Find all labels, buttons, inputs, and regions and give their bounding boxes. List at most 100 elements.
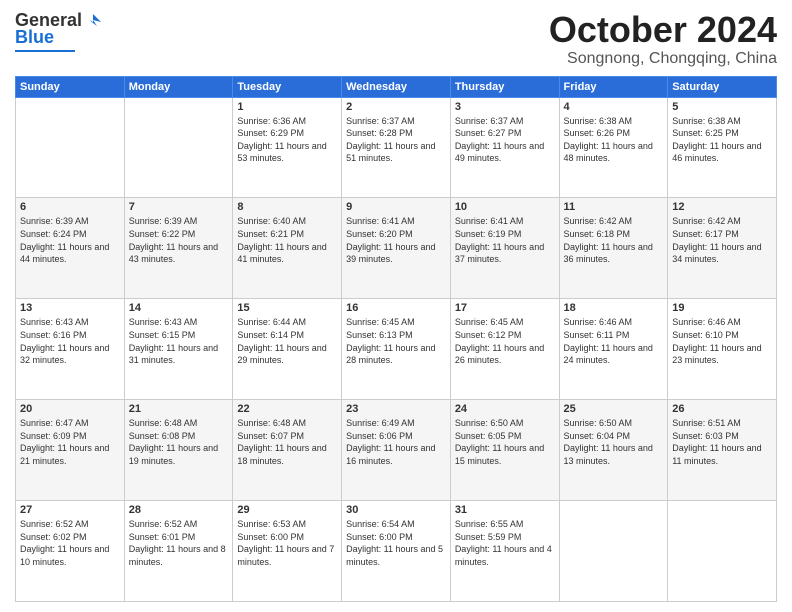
day-info: Sunrise: 6:50 AM Sunset: 6:04 PM Dayligh… xyxy=(564,417,664,467)
day-number: 7 xyxy=(129,201,229,213)
day-number: 27 xyxy=(20,504,120,516)
calendar-cell: 30Sunrise: 6:54 AM Sunset: 6:00 PM Dayli… xyxy=(342,501,451,602)
weekday-header-saturday: Saturday xyxy=(668,76,777,97)
day-number: 21 xyxy=(129,403,229,415)
day-number: 14 xyxy=(129,302,229,314)
day-number: 2 xyxy=(346,101,446,113)
day-number: 31 xyxy=(455,504,555,516)
day-info: Sunrise: 6:37 AM Sunset: 6:27 PM Dayligh… xyxy=(455,115,555,165)
day-number: 9 xyxy=(346,201,446,213)
calendar-cell: 8 Sunrise: 6:40 AM Sunset: 6:21 PM Daylig… xyxy=(233,198,342,299)
calendar-cell xyxy=(559,501,668,602)
calendar-cell: 28 Sunrise: 6:52 AM Sunset: 6:01 PM Dayli… xyxy=(124,501,233,602)
day-info: Sunrise: 6:48 AM Sunset: 6:07 PM Dayligh… xyxy=(237,417,337,467)
day-info: Sunrise: 6:43 AM Sunset: 6:16 PM Dayligh… xyxy=(20,316,120,366)
day-number: 29 xyxy=(237,504,337,516)
day-number: 10 xyxy=(455,201,555,213)
calendar-cell: 6 Sunrise: 6:39 AM Sunset: 6:24 PM Daylig… xyxy=(16,198,125,299)
day-info: Sunrise: 6:39 AM Sunset: 6:24 PM Dayligh… xyxy=(20,215,120,265)
calendar-cell: 2 Sunrise: 6:37 AM Sunset: 6:28 PM Daylig… xyxy=(342,97,451,198)
day-info: Sunrise: 6:41 AM Sunset: 6:20 PM Dayligh… xyxy=(346,215,446,265)
weekday-header-row: SundayMondayTuesdayWednesdayThursdayFrid… xyxy=(16,76,777,97)
day-number: 24 xyxy=(455,403,555,415)
calendar-cell: 17Sunrise: 6:45 AM Sunset: 6:12 PM Dayli… xyxy=(450,299,559,400)
week-row-1: 1Sunrise: 6:36 AM Sunset: 6:29 PM Daylig… xyxy=(16,97,777,198)
day-number: 12 xyxy=(672,201,772,213)
calendar-cell xyxy=(16,97,125,198)
weekday-header-friday: Friday xyxy=(559,76,668,97)
calendar-cell: 16 Sunrise: 6:45 AM Sunset: 6:13 PM Dayli… xyxy=(342,299,451,400)
calendar-cell: 24Sunrise: 6:50 AM Sunset: 6:05 PM Dayli… xyxy=(450,400,559,501)
day-number: 22 xyxy=(237,403,337,415)
calendar-cell: 7 Sunrise: 6:39 AM Sunset: 6:22 PM Daylig… xyxy=(124,198,233,299)
day-info: Sunrise: 6:42 AM Sunset: 6:17 PM Dayligh… xyxy=(672,215,772,265)
day-info: Sunrise: 6:38 AM Sunset: 6:25 PM Dayligh… xyxy=(672,115,772,165)
main-title: October 2024 xyxy=(549,10,777,50)
calendar-cell: 3Sunrise: 6:37 AM Sunset: 6:27 PM Daylig… xyxy=(450,97,559,198)
calendar-cell: 10 Sunrise: 6:41 AM Sunset: 6:19 PM Dayli… xyxy=(450,198,559,299)
calendar-cell: 27 Sunrise: 6:52 AM Sunset: 6:02 PM Dayli… xyxy=(16,501,125,602)
day-info: Sunrise: 6:48 AM Sunset: 6:08 PM Dayligh… xyxy=(129,417,229,467)
day-info: Sunrise: 6:39 AM Sunset: 6:22 PM Dayligh… xyxy=(129,215,229,265)
day-number: 26 xyxy=(672,403,772,415)
day-info: Sunrise: 6:43 AM Sunset: 6:15 PM Dayligh… xyxy=(129,316,229,366)
day-info: Sunrise: 6:52 AM Sunset: 6:02 PM Dayligh… xyxy=(20,518,120,568)
day-number: 18 xyxy=(564,302,664,314)
day-number: 8 xyxy=(237,201,337,213)
day-info: Sunrise: 6:40 AM Sunset: 6:21 PM Dayligh… xyxy=(237,215,337,265)
calendar-cell: 1Sunrise: 6:36 AM Sunset: 6:29 PM Daylig… xyxy=(233,97,342,198)
logo-underline xyxy=(15,50,75,52)
weekday-header-wednesday: Wednesday xyxy=(342,76,451,97)
day-info: Sunrise: 6:46 AM Sunset: 6:10 PM Dayligh… xyxy=(672,316,772,366)
calendar-cell: 14 Sunrise: 6:43 AM Sunset: 6:15 PM Dayli… xyxy=(124,299,233,400)
calendar-cell: 9 Sunrise: 6:41 AM Sunset: 6:20 PM Daylig… xyxy=(342,198,451,299)
day-info: Sunrise: 6:42 AM Sunset: 6:18 PM Dayligh… xyxy=(564,215,664,265)
weekday-header-monday: Monday xyxy=(124,76,233,97)
subtitle: Songnong, Chongqing, China xyxy=(549,50,777,68)
day-number: 15 xyxy=(237,302,337,314)
calendar-cell: 21 Sunrise: 6:48 AM Sunset: 6:08 PM Dayli… xyxy=(124,400,233,501)
day-number: 20 xyxy=(20,403,120,415)
day-info: Sunrise: 6:53 AM Sunset: 6:00 PM Dayligh… xyxy=(237,518,337,568)
day-number: 28 xyxy=(129,504,229,516)
calendar-cell: 5 Sunrise: 6:38 AM Sunset: 6:25 PM Daylig… xyxy=(668,97,777,198)
calendar-cell: 23Sunrise: 6:49 AM Sunset: 6:06 PM Dayli… xyxy=(342,400,451,501)
day-info: Sunrise: 6:41 AM Sunset: 6:19 PM Dayligh… xyxy=(455,215,555,265)
week-row-5: 27 Sunrise: 6:52 AM Sunset: 6:02 PM Dayli… xyxy=(16,501,777,602)
calendar-cell: 18 Sunrise: 6:46 AM Sunset: 6:11 PM Dayli… xyxy=(559,299,668,400)
day-info: Sunrise: 6:49 AM Sunset: 6:06 PM Dayligh… xyxy=(346,417,446,467)
calendar-cell: 15 Sunrise: 6:44 AM Sunset: 6:14 PM Dayli… xyxy=(233,299,342,400)
day-info: Sunrise: 6:37 AM Sunset: 6:28 PM Dayligh… xyxy=(346,115,446,165)
calendar-cell xyxy=(124,97,233,198)
day-number: 25 xyxy=(564,403,664,415)
day-info: Sunrise: 6:45 AM Sunset: 6:13 PM Dayligh… xyxy=(346,316,446,366)
day-info: Sunrise: 6:38 AM Sunset: 6:26 PM Dayligh… xyxy=(564,115,664,165)
day-number: 6 xyxy=(20,201,120,213)
day-number: 19 xyxy=(672,302,772,314)
calendar-cell: 31 Sunrise: 6:55 AM Sunset: 5:59 PM Dayli… xyxy=(450,501,559,602)
day-number: 5 xyxy=(672,101,772,113)
weekday-header-tuesday: Tuesday xyxy=(233,76,342,97)
day-info: Sunrise: 6:52 AM Sunset: 6:01 PM Dayligh… xyxy=(129,518,229,568)
calendar-cell: 25 Sunrise: 6:50 AM Sunset: 6:04 PM Dayli… xyxy=(559,400,668,501)
calendar-cell: 12 Sunrise: 6:42 AM Sunset: 6:17 PM Dayli… xyxy=(668,198,777,299)
day-info: Sunrise: 6:46 AM Sunset: 6:11 PM Dayligh… xyxy=(564,316,664,366)
logo-blue: Blue xyxy=(15,27,54,48)
day-number: 30 xyxy=(346,504,446,516)
day-info: Sunrise: 6:44 AM Sunset: 6:14 PM Dayligh… xyxy=(237,316,337,366)
day-info: Sunrise: 6:55 AM Sunset: 5:59 PM Dayligh… xyxy=(455,518,555,568)
day-number: 17 xyxy=(455,302,555,314)
logo: General Blue xyxy=(15,10,101,52)
week-row-2: 6 Sunrise: 6:39 AM Sunset: 6:24 PM Daylig… xyxy=(16,198,777,299)
week-row-3: 13Sunrise: 6:43 AM Sunset: 6:16 PM Dayli… xyxy=(16,299,777,400)
week-row-4: 20Sunrise: 6:47 AM Sunset: 6:09 PM Dayli… xyxy=(16,400,777,501)
day-info: Sunrise: 6:51 AM Sunset: 6:03 PM Dayligh… xyxy=(672,417,772,467)
calendar-cell: 19 Sunrise: 6:46 AM Sunset: 6:10 PM Dayli… xyxy=(668,299,777,400)
day-number: 16 xyxy=(346,302,446,314)
page: General Blue October 2024 Songnong, Chon… xyxy=(0,0,792,612)
weekday-header-thursday: Thursday xyxy=(450,76,559,97)
calendar-cell: 20Sunrise: 6:47 AM Sunset: 6:09 PM Dayli… xyxy=(16,400,125,501)
calendar-cell: 13Sunrise: 6:43 AM Sunset: 6:16 PM Dayli… xyxy=(16,299,125,400)
calendar-cell: 26 Sunrise: 6:51 AM Sunset: 6:03 PM Dayli… xyxy=(668,400,777,501)
day-number: 1 xyxy=(237,101,337,113)
